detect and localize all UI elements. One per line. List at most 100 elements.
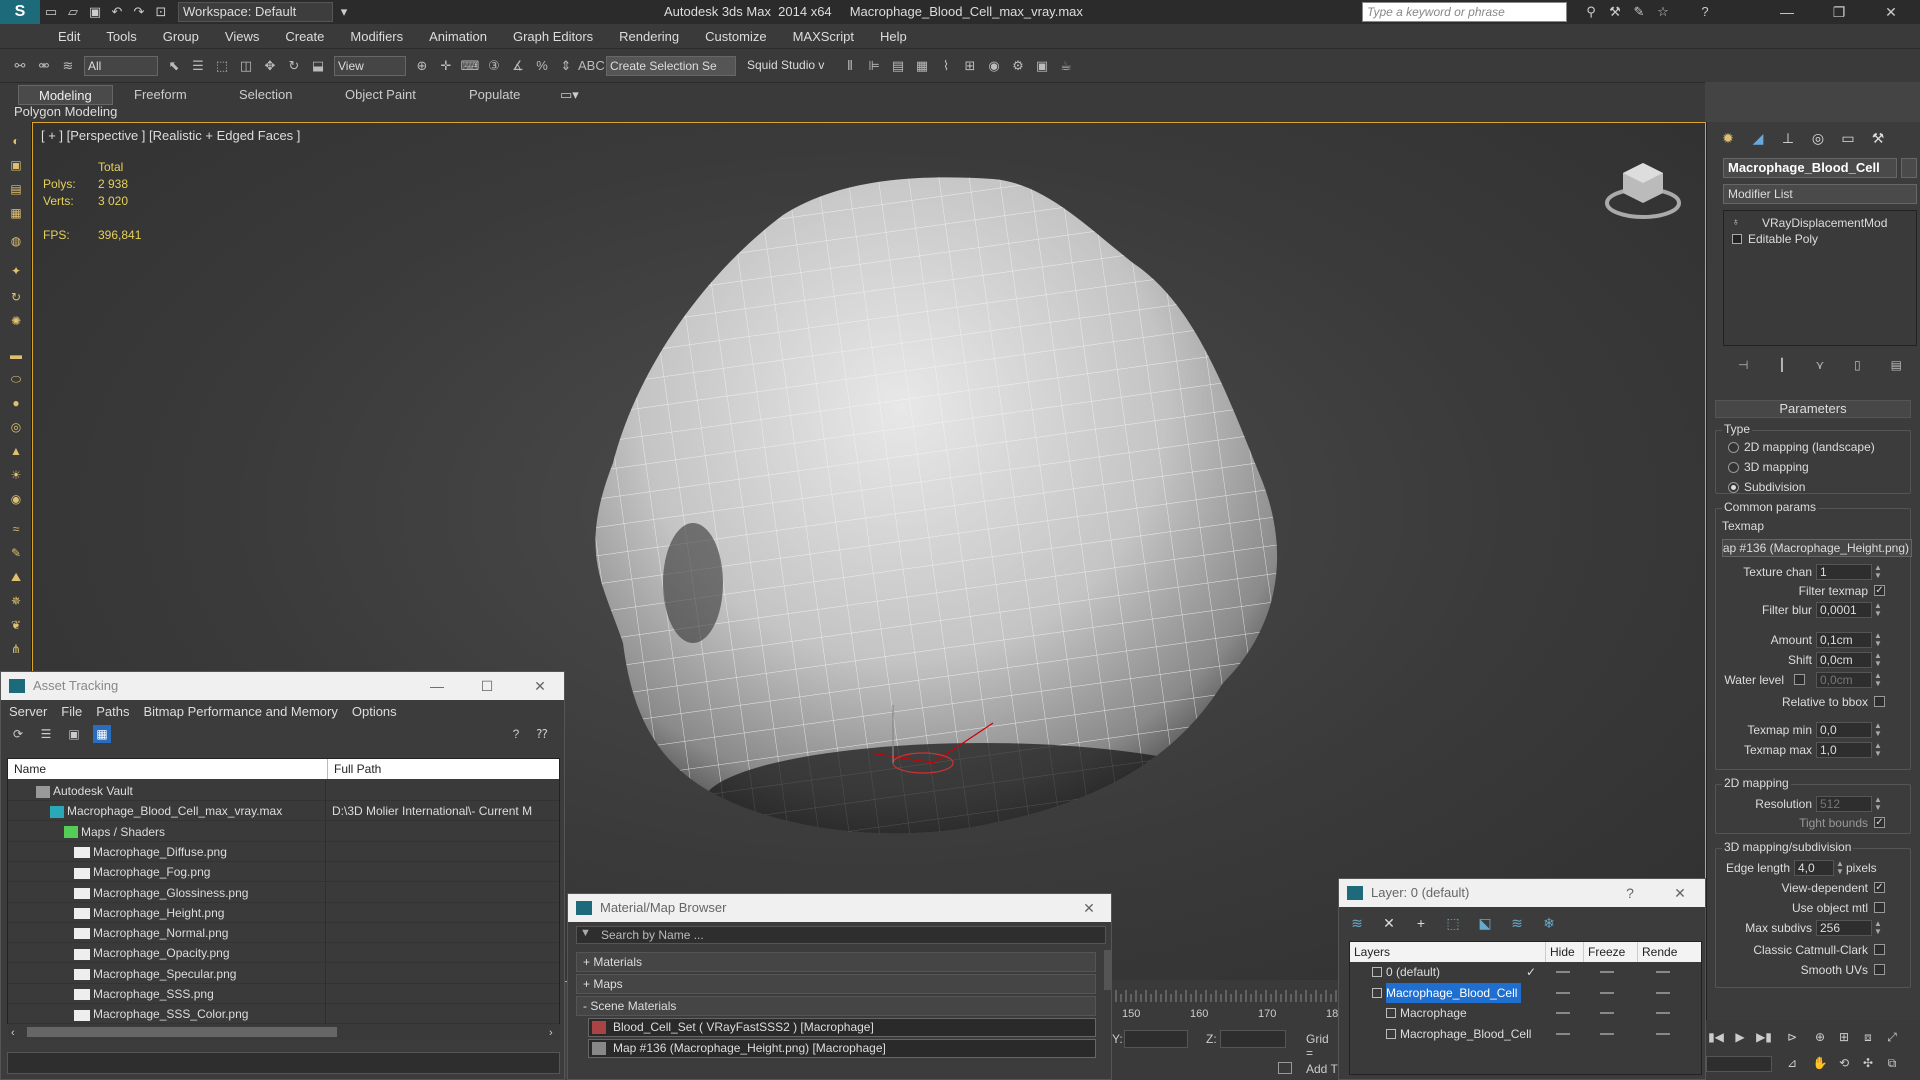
orbit-icon[interactable]: ⟲ — [1834, 1054, 1854, 1072]
spinner-icon[interactable]: ▲ ▼ — [1874, 672, 1882, 688]
layer-render-toggle[interactable] — [1656, 1012, 1670, 1014]
hair-icon[interactable]: ⋔ — [6, 640, 26, 658]
macrophage-mesh[interactable] — [573, 163, 1403, 883]
thumbnail-view-icon[interactable]: ▣ — [65, 725, 83, 743]
maximize-icon[interactable]: ☐ — [466, 672, 508, 700]
classic-catmull-clark-checkbox[interactable] — [1874, 944, 1885, 955]
bulb-icon[interactable]: ◍ — [6, 232, 26, 250]
lightbulb-icon[interactable]: ♁ — [1732, 218, 1742, 228]
field-of-view-icon[interactable]: ⊿ — [1782, 1054, 1802, 1072]
layer-name[interactable]: Macrophage — [1400, 1003, 1471, 1023]
particle-icon[interactable]: ✵ — [6, 592, 26, 610]
amount-field[interactable]: 0,1cm — [1816, 632, 1872, 648]
filter-texmap-checkbox[interactable]: ✓ — [1874, 585, 1885, 596]
freeze-all-icon[interactable]: ❄ — [1539, 913, 1559, 933]
menu-maxscript[interactable]: MAXScript — [793, 29, 854, 44]
asset-row[interactable]: Macrophage_SSS_Color.png — [8, 1004, 559, 1025]
selection-region-icon[interactable]: ⬚ — [210, 54, 234, 78]
paint-icon[interactable]: ✎ — [6, 544, 26, 562]
binoculars-icon[interactable]: ⚲ — [1580, 2, 1602, 22]
tab-modeling[interactable]: Modeling — [18, 85, 113, 105]
object-name-field[interactable]: Macrophage_Blood_Cell — [1723, 158, 1897, 178]
layer-render-toggle[interactable] — [1656, 1032, 1670, 1035]
layer-freeze-toggle[interactable] — [1600, 1032, 1614, 1035]
key-filter-icon[interactable] — [1278, 1062, 1292, 1074]
key-mode-icon[interactable]: ⊳ — [1782, 1028, 1802, 1046]
column-name[interactable]: Name — [8, 759, 328, 779]
grid-icon[interactable]: ▦ — [6, 204, 26, 222]
pivot-center-icon[interactable]: ⊕ — [410, 54, 434, 78]
create-tab-icon[interactable]: ✹ — [1715, 126, 1741, 150]
select-objects-icon[interactable]: ⬚ — [1443, 913, 1463, 933]
leaf-icon[interactable]: ❦ — [6, 616, 26, 634]
save-icon[interactable]: ▣ — [84, 2, 106, 22]
layer-name[interactable]: 0 (default) — [1386, 962, 1444, 982]
stack-item-editable-poly[interactable]: Editable Poly — [1730, 231, 1910, 247]
help-icon[interactable]: ? — [1694, 2, 1716, 22]
open-file-icon[interactable]: ▱ — [62, 2, 84, 22]
current-frame-field[interactable] — [1706, 1056, 1772, 1072]
asset-row[interactable]: Macrophage_Diffuse.png — [8, 841, 559, 862]
spinner-icon[interactable]: ▲ ▼ — [1874, 564, 1882, 580]
asset-menu-file[interactable]: File — [61, 704, 82, 719]
angle-snap-icon[interactable]: ∡ — [506, 54, 530, 78]
category-materials[interactable]: + Materials — [576, 952, 1096, 972]
squid-studio-dropdown[interactable]: Squid Studio v — [744, 56, 834, 76]
object-color-swatch[interactable] — [1901, 158, 1917, 178]
utilities-tab-icon[interactable]: ⚒ — [1865, 126, 1891, 150]
radio-3d-mapping[interactable]: 3D mapping — [1728, 459, 1908, 475]
tab-selection[interactable]: Selection — [239, 85, 292, 105]
close-icon[interactable]: ✕ — [1659, 879, 1701, 907]
viewport-label[interactable]: [ + ] [Perspective ] [Realistic + Edged … — [41, 128, 300, 143]
layer-hide-toggle[interactable] — [1556, 1032, 1570, 1035]
list-icon[interactable]: ▤ — [6, 180, 26, 198]
minimize-icon[interactable]: — — [1764, 0, 1810, 24]
pin-stack-icon[interactable]: ⊣ — [1738, 358, 1748, 372]
layer-row[interactable]: 0 (default) ✓ — [1350, 962, 1701, 982]
options-chevron-icon[interactable]: ▼ — [580, 927, 591, 939]
layer-row[interactable]: Macrophage_Blood_Cell — [1350, 1024, 1701, 1044]
ribbon-options-icon[interactable]: ▭▾ — [560, 85, 579, 105]
column-freeze[interactable]: Freeze — [1584, 942, 1638, 962]
percent-snap-icon[interactable]: % — [530, 54, 554, 78]
play-icon[interactable]: ▶ — [1730, 1028, 1750, 1046]
cone-icon[interactable]: ▲ — [6, 442, 26, 460]
snap-icon[interactable]: ③ — [482, 54, 506, 78]
highlight-layer-icon[interactable]: ⬕ — [1475, 913, 1495, 933]
add-time-tag-label[interactable]: Add T — [1306, 1062, 1338, 1076]
asset-row[interactable]: Macrophage_SSS.png — [8, 984, 559, 1004]
column-hide[interactable]: Hide — [1546, 942, 1584, 962]
smooth-uvs-checkbox[interactable] — [1874, 964, 1885, 975]
spinner-snap-icon[interactable]: ⇕ — [554, 54, 578, 78]
scale-icon[interactable]: ⬓ — [306, 54, 330, 78]
z-coord-field[interactable] — [1220, 1030, 1286, 1048]
menu-help[interactable]: Help — [880, 29, 907, 44]
timeline-ruler[interactable] — [1112, 988, 1338, 1002]
layer-freeze-toggle[interactable] — [1600, 971, 1614, 973]
close-icon[interactable]: ✕ — [1068, 894, 1110, 922]
make-unique-icon[interactable]: ⋎ — [1815, 358, 1824, 372]
next-frame-icon[interactable]: ▶▮ — [1754, 1028, 1774, 1046]
cloth-icon[interactable]: ⛰ — [6, 568, 26, 586]
spinner-icon[interactable]: ▲ ▼ — [1874, 796, 1882, 812]
torus-icon[interactable]: ◎ — [6, 418, 26, 436]
texmap-max-field[interactable]: 1,0 — [1816, 742, 1872, 758]
box-icon[interactable]: ▣ — [6, 156, 26, 174]
subscription-icon[interactable]: ⚒ — [1604, 2, 1626, 22]
menu-graph-editors[interactable]: Graph Editors — [513, 29, 593, 44]
workspace-dropdown[interactable]: Workspace: Default — [178, 2, 333, 22]
minimize-icon[interactable]: — — [416, 672, 458, 700]
horizontal-scrollbar[interactable]: ‹ › — [7, 1024, 560, 1040]
column-render[interactable]: Rende — [1638, 942, 1701, 962]
asset-row[interactable]: Macrophage_Opacity.png — [8, 943, 559, 964]
help-icon[interactable]: ? — [507, 725, 525, 743]
table-view-icon[interactable]: ▦ — [93, 725, 111, 743]
spinner-icon[interactable]: ▲ ▼ — [1874, 632, 1882, 648]
hierarchy-tab-icon[interactable]: ⊥ — [1775, 126, 1801, 150]
close-icon[interactable]: ✕ — [1868, 0, 1914, 24]
refresh-icon[interactable]: ⟳ — [9, 725, 27, 743]
go-to-start-icon[interactable]: ▮◀ — [1706, 1028, 1726, 1046]
texmap-min-field[interactable]: 0,0 — [1816, 722, 1872, 738]
layer-row[interactable]: Macrophage_Blood_Cell — [1350, 982, 1701, 1003]
resolution-field[interactable]: 512 — [1816, 796, 1872, 812]
